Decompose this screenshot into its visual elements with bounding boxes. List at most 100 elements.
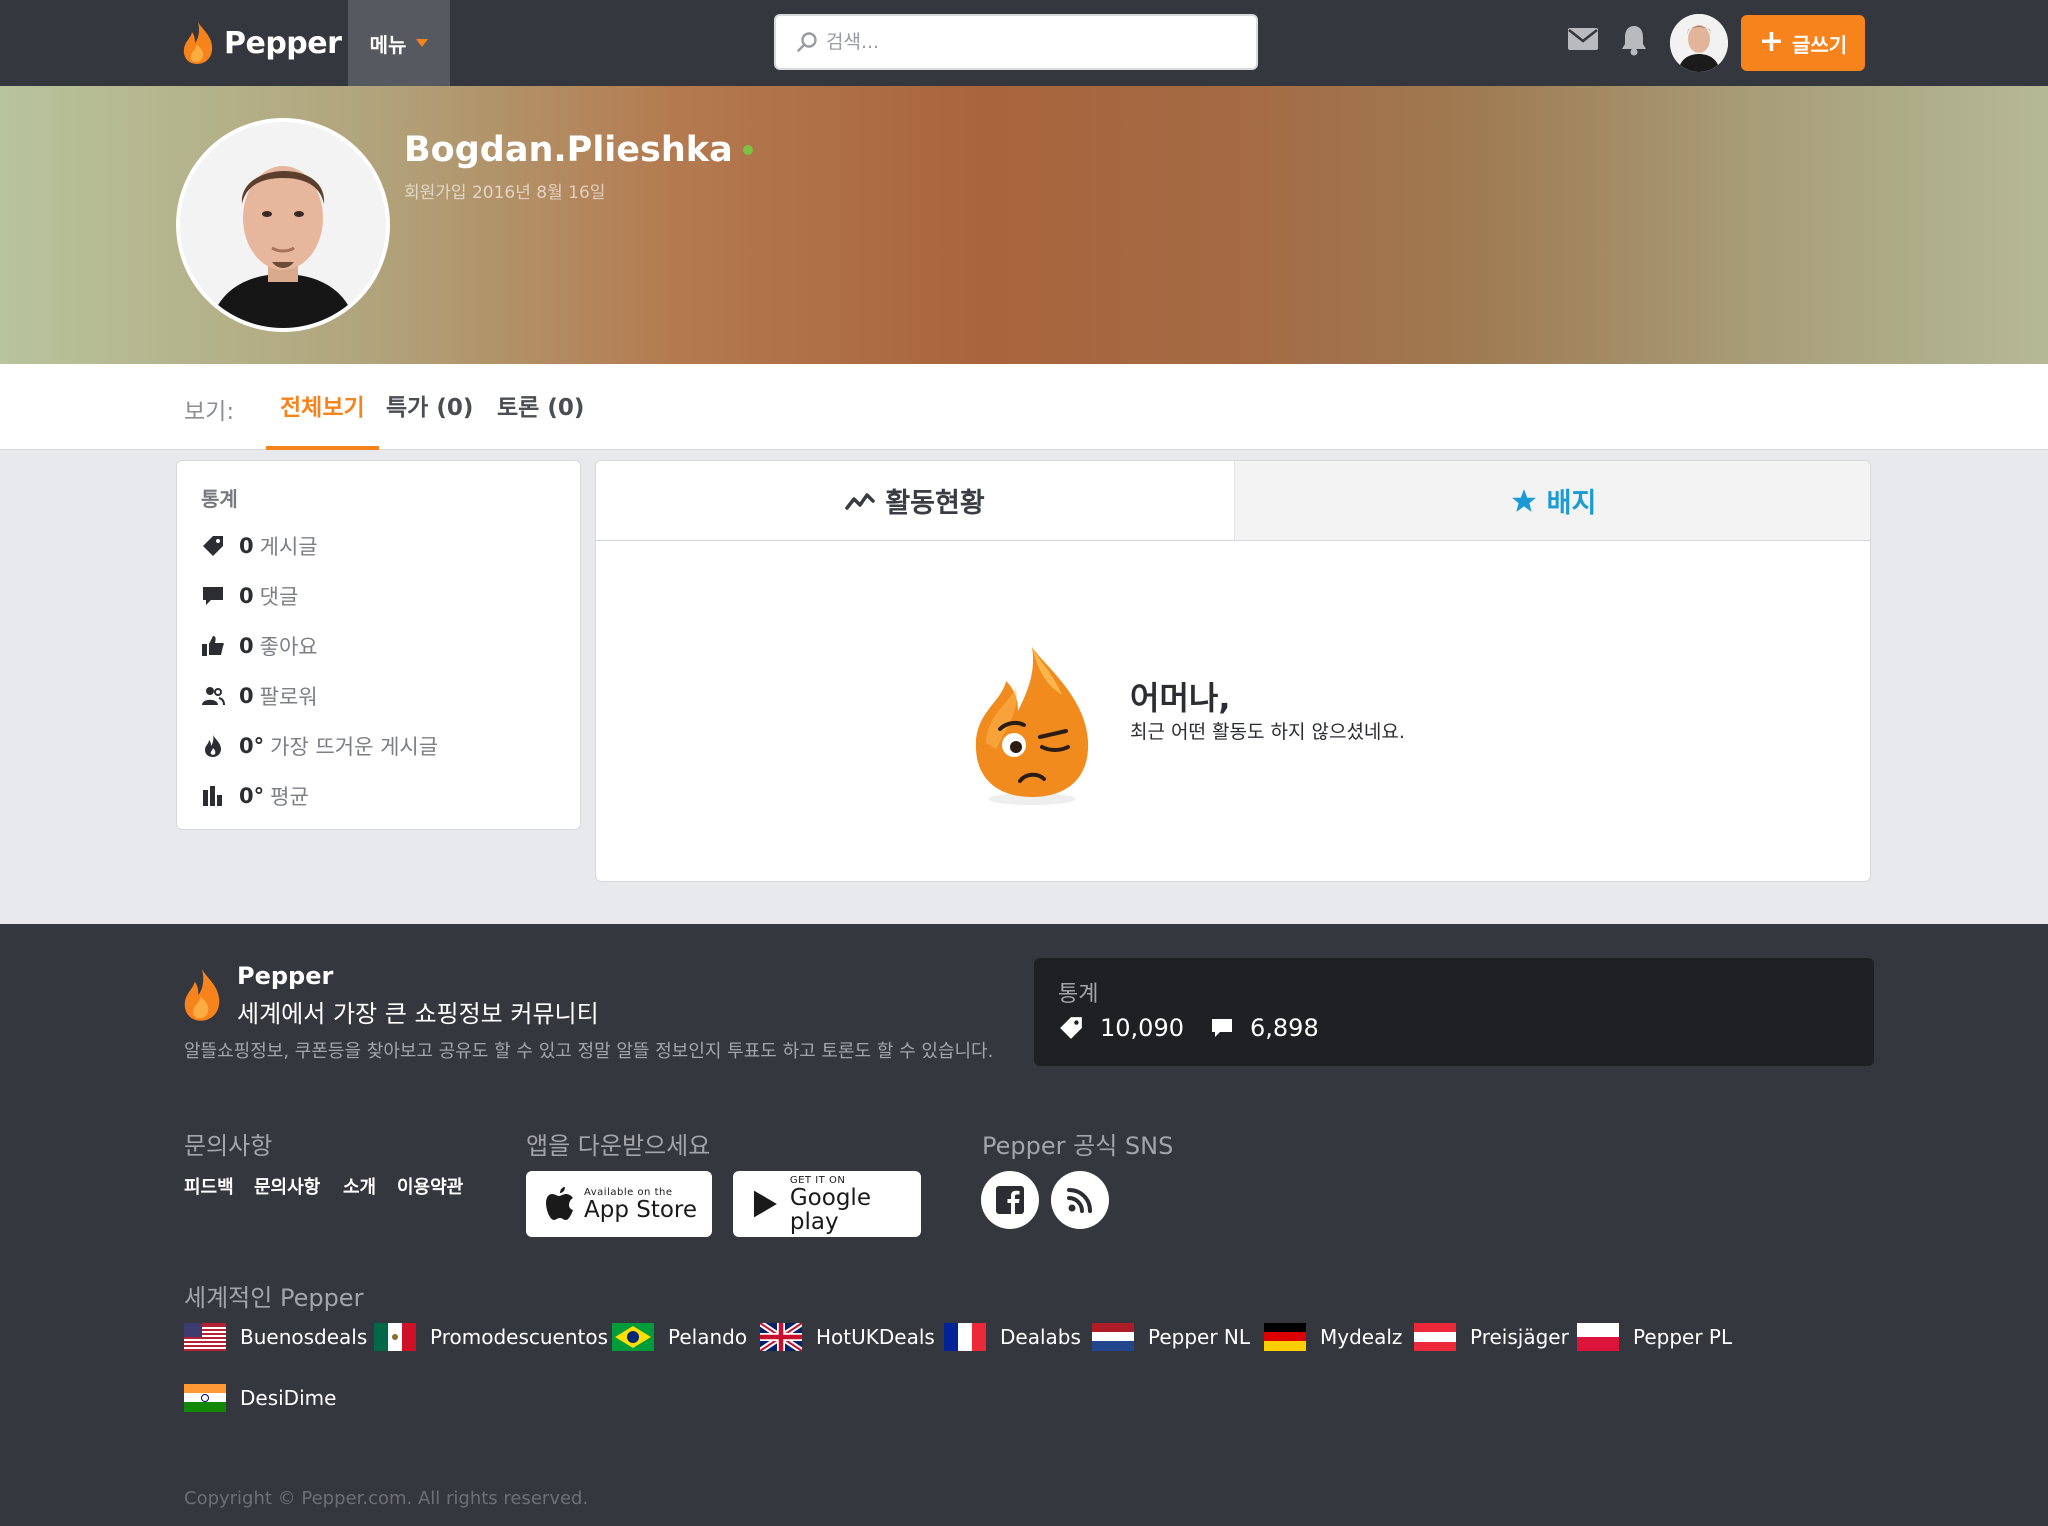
country-name: Mydealz: [1320, 1325, 1403, 1349]
country-name: HotUKDeals: [816, 1325, 935, 1349]
footer-description: 알뜰쇼핑정보, 쿠폰등을 찾아보고 공유도 할 수 있고 정말 알뜰 정보인지 …: [184, 1041, 994, 1062]
germany-flag-icon: [1264, 1323, 1306, 1351]
stat-label: 가장 뜨거운 게시글: [270, 735, 439, 759]
footer-tagline: 세계에서 가장 큰 쇼핑정보 커뮤니티: [237, 1000, 599, 1028]
stat-label: 게시글: [259, 535, 318, 559]
caret-down-icon: [416, 39, 429, 47]
stat-value: 0°: [239, 784, 265, 808]
india-flag-icon: [184, 1384, 226, 1412]
thumbs-up-icon: [201, 634, 229, 658]
country-link-hotukdeals[interactable]: HotUKDeals: [760, 1323, 935, 1351]
google-play-button[interactable]: GET IT ON Google play: [733, 1171, 921, 1237]
tab-badges[interactable]: 배지: [1234, 461, 1870, 541]
stat-value: 0: [239, 684, 254, 708]
tab-deals[interactable]: 특가 (0): [386, 388, 473, 450]
link-inquiry[interactable]: 문의사항: [254, 1173, 320, 1199]
country-name: Promodescuentos: [430, 1325, 609, 1349]
empty-state-message: 최근 어떤 활동도 하지 않으셨네요.: [1130, 721, 1405, 743]
stat-label: 평균: [270, 785, 309, 809]
tag-icon: [201, 534, 229, 558]
app-store-button[interactable]: Available on the App Store: [526, 1171, 712, 1237]
footer-brand: Pepper: [237, 962, 334, 990]
stat-row-comments: 0 댓글: [201, 581, 298, 611]
user-avatar[interactable]: [1670, 14, 1728, 72]
country-link-pepper-pl[interactable]: Pepper PL: [1577, 1323, 1732, 1351]
footer-flame-logo-icon: [180, 968, 224, 1026]
tab-discussions[interactable]: 토론 (0): [497, 388, 584, 450]
search-input[interactable]: [826, 31, 1226, 53]
mail-icon[interactable]: [1568, 28, 1598, 54]
country-link-mydealz[interactable]: Mydealz: [1264, 1323, 1402, 1351]
write-post-button[interactable]: + 글쓰기: [1741, 15, 1865, 71]
world-heading: 세계적인 Pepper: [184, 1284, 364, 1312]
stat-row-likes: 0 좋아요: [201, 631, 318, 661]
rss-icon: [1067, 1188, 1092, 1213]
footer-stats-title: 통계: [1058, 982, 1099, 1007]
logo-text: Pepper: [224, 25, 342, 61]
bell-icon[interactable]: [1620, 24, 1648, 60]
country-name: Pelando: [668, 1325, 748, 1349]
stat-row-average: 0° 평균: [201, 781, 309, 811]
comment-icon: [201, 584, 229, 608]
country-link-pelando[interactable]: Pelando: [612, 1323, 747, 1351]
pepper-logo[interactable]: Pepper: [180, 16, 342, 70]
country-name: Buenosdeals: [240, 1325, 368, 1349]
country-name: Preisjäger: [1470, 1325, 1569, 1349]
facebook-icon: [996, 1186, 1024, 1214]
profile-tab-bar: 보기: 전체보기 특가 (0) 토론 (0): [0, 364, 2048, 450]
austria-flag-icon: [1414, 1323, 1456, 1351]
username-text: Bogdan.Plieshka: [404, 130, 733, 170]
france-flag-icon: [944, 1323, 986, 1351]
write-post-label: 글쓰기: [1791, 32, 1848, 57]
link-terms[interactable]: 이용약관: [397, 1173, 463, 1199]
tab-deals-label: 특가 (0): [386, 395, 474, 421]
country-link-buenosdeals[interactable]: Buenosdeals: [184, 1323, 367, 1351]
facebook-button[interactable]: [981, 1171, 1039, 1229]
country-name: Pepper PL: [1633, 1325, 1733, 1349]
footer-stat-comments-value: 6,898: [1250, 1014, 1319, 1042]
star-icon: [1511, 488, 1536, 512]
link-feedback[interactable]: 피드백: [184, 1173, 234, 1199]
country-link-promodescuentos[interactable]: Promodescuentos: [374, 1323, 608, 1351]
view-label: 보기:: [184, 399, 235, 425]
google-play-big: Google play: [789, 1184, 871, 1235]
tab-discussions-label: 토론 (0): [497, 395, 585, 421]
footer-stat-deals: 10,090: [1058, 1014, 1184, 1042]
activity-card: 활동현황 배지 어머나, 최근 어떤 활동도 하지 않으셨네요.: [595, 460, 1871, 882]
stat-value: 0: [239, 534, 254, 558]
stat-value: 0: [239, 634, 254, 658]
google-play-icon: [753, 1190, 777, 1218]
country-name: DesiDime: [240, 1386, 337, 1410]
confused-flame-mascot-icon: [966, 641, 1098, 813]
country-link-preisjager[interactable]: Preisjäger: [1414, 1323, 1569, 1351]
country-link-desidime[interactable]: DesiDime: [184, 1384, 336, 1412]
join-date: 회원가입 2016년 8월 16일: [404, 183, 606, 203]
menu-button[interactable]: 메뉴: [348, 0, 450, 86]
profile-username: Bogdan.Plieshka: [404, 130, 753, 170]
footer-stat-comments: 6,898: [1210, 1014, 1319, 1042]
link-about[interactable]: 소개: [343, 1173, 376, 1199]
menu-label: 메뉴: [369, 32, 407, 57]
app-store-big: App Store: [584, 1196, 698, 1223]
plus-icon: +: [1758, 23, 1784, 59]
followers-icon: [201, 684, 229, 708]
poland-flag-icon: [1577, 1323, 1619, 1351]
tab-badges-label: 배지: [1546, 488, 1597, 519]
sns-heading: Pepper 공식 SNS: [982, 1132, 1174, 1160]
online-status-dot: [742, 145, 753, 155]
brazil-flag-icon: [612, 1323, 654, 1351]
stat-row-followers: 0 팔로워: [201, 681, 318, 711]
copyright-text: Copyright © Pepper.com. All rights reser…: [184, 1488, 589, 1509]
footer-stats-box: 통계 10,090 6,898: [1034, 958, 1874, 1066]
country-link-pepper-nl[interactable]: Pepper NL: [1092, 1323, 1250, 1351]
bar-chart-icon: [201, 784, 229, 808]
country-link-dealabs[interactable]: Dealabs: [944, 1323, 1081, 1351]
rss-button[interactable]: [1051, 1171, 1109, 1229]
tab-all[interactable]: 전체보기: [266, 388, 379, 450]
tab-all-label: 전체보기: [280, 395, 365, 421]
mexico-flag-icon: [374, 1323, 416, 1351]
tab-activity[interactable]: 활동현황: [596, 461, 1234, 541]
app-store-small: Available on the: [584, 1186, 673, 1198]
search-box[interactable]: [774, 14, 1258, 70]
stat-label: 좋아요: [259, 635, 318, 659]
